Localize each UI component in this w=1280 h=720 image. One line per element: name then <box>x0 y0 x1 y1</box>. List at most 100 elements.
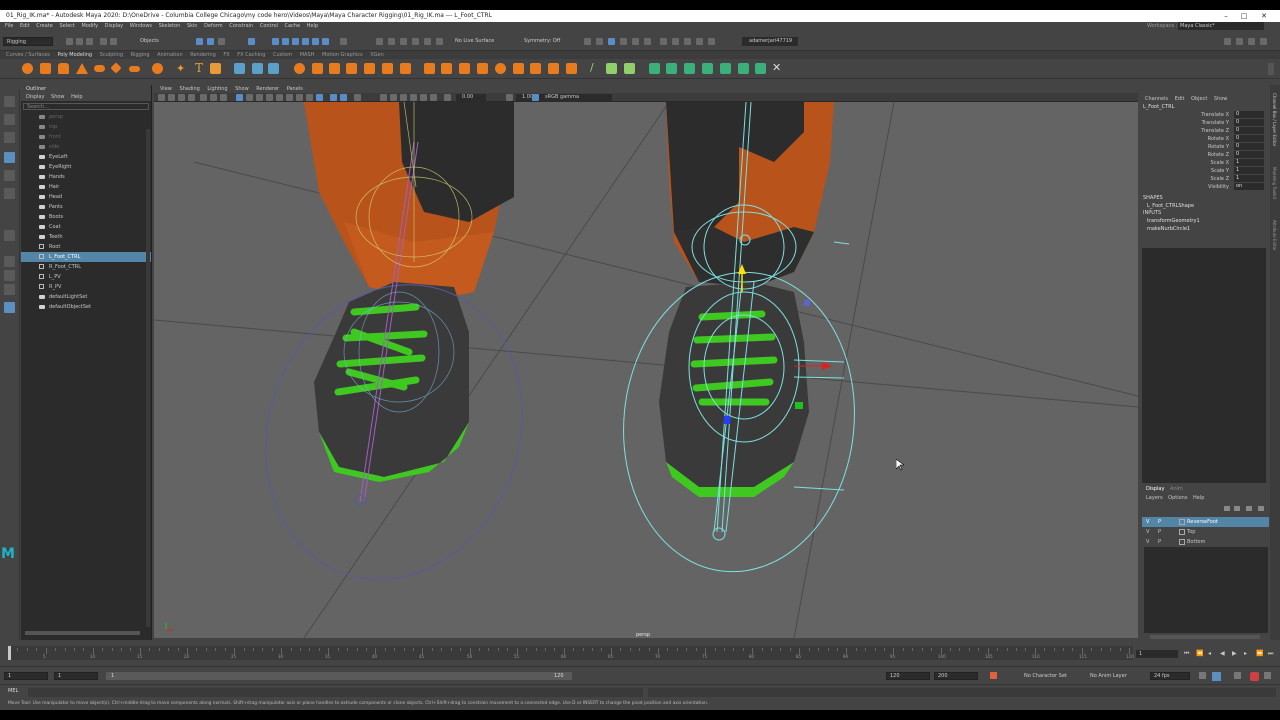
channel-box-node-name[interactable]: L_Foot_CTRL <box>1140 103 1269 111</box>
menu-constrain[interactable]: Constrain <box>229 22 253 31</box>
render-settings-icon[interactable] <box>644 38 651 45</box>
side-tab-attribute-editor[interactable]: Attribute Editor <box>1272 220 1277 251</box>
menu-cache[interactable]: Cache <box>285 22 301 31</box>
display-layer-row[interactable]: V P Top <box>1142 527 1269 537</box>
shelf-tab-xgen[interactable]: XGen <box>370 51 384 59</box>
show-channel-box-icon[interactable] <box>1260 38 1267 45</box>
layer-menu-layers[interactable]: Layers <box>1146 495 1163 501</box>
four-view-layout-icon[interactable] <box>4 270 15 281</box>
move-tool-icon[interactable] <box>4 152 15 163</box>
menu-help[interactable]: Help <box>307 22 318 31</box>
type-tool-icon[interactable]: T <box>195 61 203 75</box>
outliner-item[interactable]: Hands <box>21 172 151 182</box>
append-polygon-icon[interactable] <box>346 63 357 74</box>
snap-to-view-planes-icon[interactable] <box>424 38 431 45</box>
poly-cube-icon[interactable] <box>40 63 51 74</box>
select-deformers-icon[interactable] <box>312 38 319 45</box>
channel-attribute-value[interactable]: 1 <box>1234 175 1264 182</box>
display-layer-row[interactable]: V P ReverseFoot <box>1142 517 1269 527</box>
mirror-icon[interactable] <box>566 63 577 74</box>
outliner-item[interactable]: L_PV <box>21 272 151 282</box>
audio-icon[interactable] <box>1234 672 1241 679</box>
outliner-item[interactable]: side <box>21 142 151 152</box>
loop-icon[interactable] <box>1199 672 1206 679</box>
viewport-menu-panels[interactable]: Panels <box>287 86 303 92</box>
outliner-menu-help[interactable]: Help <box>71 94 82 100</box>
exposure-field[interactable]: 0.00 <box>456 94 486 101</box>
arnold-render-icon[interactable] <box>672 38 679 45</box>
super-shape-icon[interactable]: ✦ <box>176 62 185 75</box>
poly-torus-icon[interactable] <box>94 65 105 72</box>
snap-to-curves-icon[interactable] <box>388 38 395 45</box>
layer-tab-anim[interactable]: Anim <box>1170 486 1183 492</box>
layer-color-swatch[interactable] <box>1179 529 1185 535</box>
play-forwards-icon[interactable]: ▶ <box>1232 650 1239 657</box>
layer-playback-toggle[interactable]: P <box>1158 537 1161 547</box>
layer-menu-help[interactable]: Help <box>1193 495 1204 501</box>
fps-dropdown[interactable]: 24 fps <box>1150 672 1190 680</box>
shelf-tab-mash[interactable]: MASH <box>300 51 315 59</box>
step-back-key-icon[interactable]: ⏪ <box>1196 650 1203 657</box>
grid-toggle-icon[interactable] <box>200 94 207 101</box>
shape-node[interactable]: L_Foot_CTRLShape <box>1140 202 1269 210</box>
motion-blur-icon[interactable] <box>306 94 313 101</box>
shelf-tab-motion-graphics[interactable]: Motion Graphics <box>322 51 363 59</box>
snap-to-points-icon[interactable] <box>400 38 407 45</box>
outliner-item[interactable]: front <box>21 132 151 142</box>
svg-tool-icon[interactable] <box>210 63 221 74</box>
viewport-menu-show[interactable]: Show <box>235 86 249 92</box>
isolate-select-icon[interactable] <box>340 94 347 101</box>
menu-windows[interactable]: Windows <box>130 22 152 31</box>
cylindrical-map-icon[interactable] <box>684 63 695 74</box>
poly-cone-icon[interactable] <box>76 63 88 74</box>
poly-sphere-icon[interactable] <box>22 63 33 74</box>
animation-preferences-icon[interactable] <box>1264 672 1271 679</box>
show-attribute-editor-icon[interactable] <box>1236 38 1243 45</box>
wireframe-on-shaded-icon[interactable] <box>256 94 263 101</box>
layer-visibility-toggle[interactable]: V <box>1146 537 1149 547</box>
select-curves-icon[interactable] <box>292 38 299 45</box>
menu-edit[interactable]: Edit <box>20 22 30 31</box>
shelf-tab-fx[interactable]: FX <box>223 51 229 59</box>
aperture-icon[interactable] <box>380 94 387 101</box>
range-bar[interactable]: 1 120 <box>106 672 572 680</box>
layer-color-swatch[interactable] <box>1179 539 1185 545</box>
shelf-tab-rendering[interactable]: Rendering <box>190 51 216 59</box>
shelf-tab-custom[interactable]: Custom <box>273 51 292 59</box>
animation-end-field[interactable]: 200 <box>934 672 978 680</box>
persp-outliner-layout-icon[interactable] <box>4 284 15 295</box>
menu-display[interactable]: Display <box>105 22 123 31</box>
shelf-tab-animation[interactable]: Animation <box>157 51 183 59</box>
viewport-menu-view[interactable]: View <box>160 86 172 92</box>
outliner-vscrollbar[interactable] <box>146 129 150 627</box>
outliner-hscrollbar[interactable] <box>25 631 140 635</box>
arnold-stop-icon[interactable] <box>708 38 715 45</box>
select-handles-icon[interactable] <box>272 38 279 45</box>
outliner-menu-display[interactable]: Display <box>26 94 44 100</box>
go-to-start-icon[interactable]: ⏮ <box>1184 650 1191 657</box>
outliner-item[interactable]: R_PV <box>21 282 151 292</box>
outliner-search-input[interactable]: Search... <box>23 103 149 110</box>
new-layer-selected-icon[interactable] <box>1258 506 1264 511</box>
select-dynamics-icon[interactable] <box>322 38 329 45</box>
animation-start-field[interactable]: 1 <box>4 672 48 680</box>
multi-cut-icon[interactable] <box>382 63 393 74</box>
shelf-scroll-icon[interactable] <box>1268 63 1274 75</box>
step-forward-key-icon[interactable]: ⏩ <box>1256 650 1263 657</box>
redo-icon[interactable] <box>110 38 117 45</box>
time-slider[interactable]: 5 10 15 20 25 30 35 40 45 50 55 60 65 70 75 80 85 90 95 100… <box>0 640 1280 666</box>
outliner-item[interactable]: Hair <box>21 182 151 192</box>
channel-attribute-row[interactable]: Visibility on <box>1140 183 1269 191</box>
scale-tool-icon[interactable] <box>4 188 15 199</box>
single-perspective-layout-icon[interactable] <box>4 256 15 267</box>
channel-box-menu-channels[interactable]: Channels <box>1145 96 1168 102</box>
select-tool-icon[interactable] <box>4 96 15 107</box>
channel-attribute-row[interactable]: Rotate X 0 <box>1140 135 1269 143</box>
move-layer-down-icon[interactable] <box>1234 506 1240 511</box>
wireframe-icon[interactable] <box>236 94 243 101</box>
outliner-item[interactable]: Teeth <box>21 232 151 242</box>
merge-icon[interactable] <box>459 63 470 74</box>
planar-map-icon[interactable] <box>666 63 677 74</box>
history-icon[interactable] <box>584 38 591 45</box>
outliner-item[interactable]: Boots <box>21 212 151 222</box>
